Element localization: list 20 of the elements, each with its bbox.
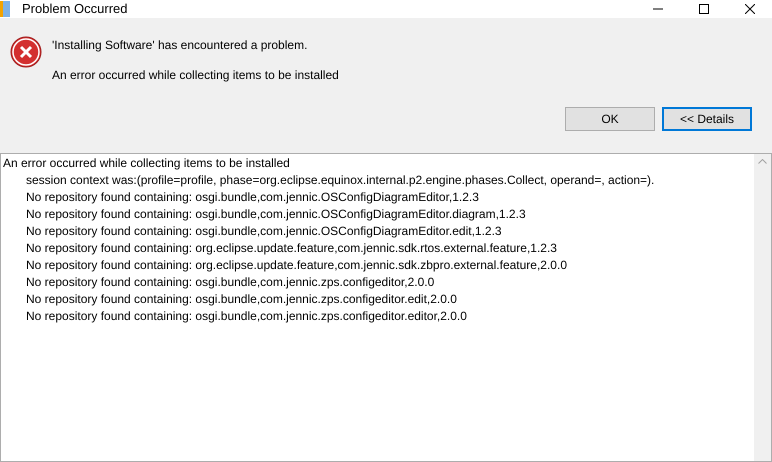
window-title: Problem Occurred	[22, 0, 128, 18]
close-icon[interactable]	[745, 4, 755, 14]
maximize-icon[interactable]	[699, 4, 709, 14]
details-line: No repository found containing: osgi.bundle,com.jennic.zps.configeditor.editor,2.0.0	[25, 308, 468, 325]
error-icon	[10, 36, 42, 68]
details-line: session context was:(profile=profile, phase=org.eclipse.equinox.internal.p2.engine.phases.Collect, operand=, action=).	[25, 172, 656, 189]
details-line: No repository found containing: osgi.bundle,com.jennic.zps.configeditor,2.0.0	[25, 274, 436, 291]
error-message: An error occurred while collecting items to be installed	[52, 67, 339, 84]
details-line: An error occurred while collecting items to be installed	[3, 155, 291, 172]
details-line: No repository found containing: osgi.bundle,com.jennic.OSConfigDiagramEditor.diagram,1.2.3	[25, 206, 527, 223]
details-line: No repository found containing: org.eclipse.update.feature,com.jennic.sdk.zbpro.external.feature,2.0.0	[25, 257, 568, 274]
dialog-button[interactable]: << Details	[662, 107, 752, 131]
details-line: No repository found containing: osgi.bundle,com.jennic.OSConfigDiagramEditor.edit,1.2.3	[25, 223, 503, 240]
details-line: No repository found containing: org.eclipse.update.feature,com.jennic.sdk.rtos.external.feature,1.2.3	[25, 240, 558, 257]
details-line: No repository found containing: osgi.bundle,com.jennic.zps.configeditor.edit,2.0.0	[25, 291, 458, 308]
error-title: 'Installing Software' has encountered a problem.	[52, 37, 308, 54]
app-icon	[0, 1, 10, 17]
scrollbar[interactable]	[754, 154, 771, 461]
dialog-button[interactable]: OK	[565, 107, 655, 131]
details-line: No repository found containing: osgi.bundle,com.jennic.OSConfigDiagramEditor,1.2.3	[25, 189, 480, 206]
